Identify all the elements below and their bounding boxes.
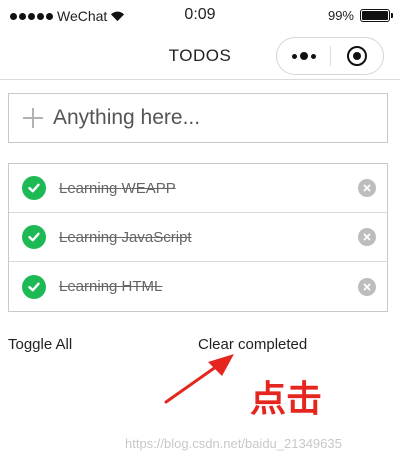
todo-item[interactable]: Learning HTML xyxy=(9,262,387,311)
remove-icon[interactable] xyxy=(358,228,376,246)
todo-label: Learning HTML xyxy=(59,278,163,295)
capsule-close-icon[interactable] xyxy=(331,38,383,74)
todo-item[interactable]: Learning JavaScript xyxy=(9,213,387,262)
checkmark-circle-icon[interactable] xyxy=(22,225,46,249)
more-dots-icon[interactable] xyxy=(277,38,330,74)
todo-label: Learning WEAPP xyxy=(59,179,176,197)
navigation-bar: TODOS xyxy=(0,34,400,80)
new-todo-field[interactable] xyxy=(8,93,388,143)
plus-icon xyxy=(23,108,43,128)
remove-icon[interactable] xyxy=(358,277,376,296)
remove-icon[interactable] xyxy=(358,179,376,197)
toggle-all-button[interactable]: Toggle All xyxy=(8,336,72,353)
checkmark-circle-icon[interactable] xyxy=(22,274,46,299)
checkmark-circle-icon[interactable] xyxy=(22,176,46,200)
status-bar: WeChat 0:09 99% xyxy=(0,0,400,34)
capsule-menu xyxy=(276,37,384,75)
todo-item[interactable]: Learning WEAPP xyxy=(9,164,387,213)
watermark: https://blog.csdn.net/baidu_21349635 xyxy=(125,436,342,451)
battery-icon xyxy=(360,9,393,22)
annotation-arrow-icon xyxy=(164,354,234,404)
status-right: 99% xyxy=(327,8,393,23)
todo-label: Learning JavaScript xyxy=(59,228,192,246)
battery-percent: 99% xyxy=(327,8,354,23)
annotation-text: 点击 xyxy=(250,379,323,420)
todo-list: Learning WEAPP Learning JavaScript Learn… xyxy=(8,163,388,312)
new-todo-input[interactable] xyxy=(53,106,373,130)
